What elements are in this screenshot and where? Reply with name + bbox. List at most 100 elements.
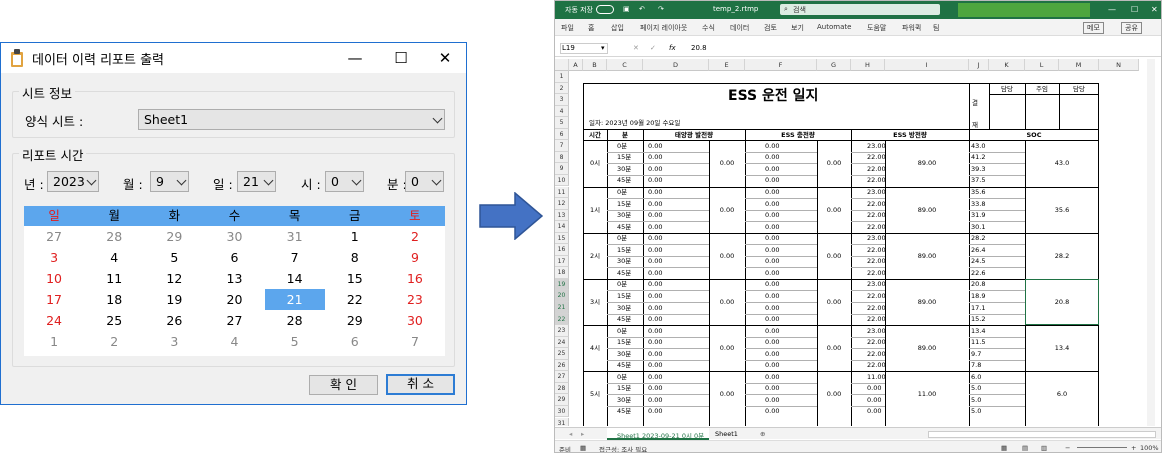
row-header[interactable]: 3	[555, 94, 569, 106]
calendar-day[interactable]: 11	[84, 268, 144, 289]
minimize-icon[interactable]: —	[1108, 5, 1116, 14]
close-icon[interactable]: ✕	[1151, 5, 1158, 14]
calendar-day[interactable]: 1	[24, 331, 84, 352]
row-header[interactable]: 31	[555, 417, 569, 426]
row-header[interactable]: 9	[555, 163, 569, 175]
add-sheet-icon[interactable]: ⊕	[760, 430, 765, 438]
maximize-icon[interactable]: ☐	[1131, 5, 1138, 14]
column-header[interactable]: M	[1059, 59, 1099, 71]
minute-select[interactable]: 0	[405, 171, 444, 192]
calendar-day[interactable]: 3	[24, 247, 84, 268]
fx-icon[interactable]: fx	[669, 44, 676, 52]
row-header[interactable]: 5	[555, 117, 569, 129]
calendar-day[interactable]: 2	[84, 331, 144, 352]
column-header[interactable]: K	[989, 59, 1025, 71]
calendar-day[interactable]: 12	[144, 268, 204, 289]
template-sheet-select[interactable]: Sheet1	[138, 109, 445, 130]
calendar-day[interactable]: 26	[144, 310, 204, 331]
column-header[interactable]: E	[709, 59, 745, 71]
ribbon-tab[interactable]: 데이터	[730, 23, 749, 33]
calendar-day[interactable]: 6	[204, 247, 264, 268]
row-header[interactable]: 29	[555, 394, 569, 406]
cancel-button[interactable]: 취 소	[386, 374, 455, 395]
close-button[interactable]: ✕	[422, 43, 468, 73]
redo-icon[interactable]: ↷	[658, 5, 664, 13]
calendar-day[interactable]: 2	[385, 226, 445, 247]
calendar-day[interactable]: 16	[385, 268, 445, 289]
calendar-day[interactable]: 23	[385, 289, 445, 310]
row-header[interactable]: 21	[555, 302, 569, 314]
calendar-day[interactable]: 28	[265, 310, 325, 331]
row-header[interactable]: 16	[555, 244, 569, 256]
ribbon-tab[interactable]: 도움말	[867, 23, 886, 33]
column-header[interactable]: H	[851, 59, 885, 71]
calendar-day[interactable]: 7	[385, 331, 445, 352]
page-layout-icon[interactable]: ▤	[1022, 444, 1028, 452]
ribbon-tab[interactable]: 수식	[702, 23, 715, 33]
normal-view-icon[interactable]: ▦	[1001, 444, 1007, 452]
row-header[interactable]: 14	[555, 221, 569, 233]
calendar-day[interactable]: 19	[144, 289, 204, 310]
horizontal-scrollbar[interactable]	[928, 431, 1156, 438]
hour-select[interactable]: 0	[325, 171, 364, 192]
zoom-in-icon[interactable]: +	[1131, 444, 1136, 452]
column-header[interactable]: A	[569, 59, 583, 71]
account-area[interactable]	[958, 3, 1090, 17]
row-header[interactable]: 10	[555, 174, 569, 187]
accept-formula-icon[interactable]: ✓	[650, 44, 656, 52]
ok-button[interactable]: 확 인	[309, 375, 378, 395]
sheet-tab-active[interactable]: Sheet1 2023-09-21 0시 0분	[617, 430, 704, 440]
macro-icon[interactable]: ▦	[580, 444, 586, 452]
row-header[interactable]: 23	[555, 325, 569, 337]
maximize-button[interactable]: ☐	[378, 43, 424, 73]
row-header[interactable]: 19	[555, 278, 569, 291]
column-header[interactable]: L	[1025, 59, 1059, 71]
calendar-day[interactable]: 27	[204, 310, 264, 331]
row-header[interactable]: 6	[555, 128, 569, 141]
row-header[interactable]: 26	[555, 359, 569, 372]
row-header[interactable]: 12	[555, 198, 569, 210]
sheet-tab[interactable]: Sheet1	[715, 430, 738, 438]
row-header[interactable]: 20	[555, 290, 569, 302]
row-header[interactable]: 30	[555, 405, 569, 418]
calendar-day[interactable]: 7	[265, 247, 325, 268]
ribbon-tab[interactable]: 삽입	[611, 23, 624, 33]
day-select[interactable]: 21	[237, 171, 276, 192]
row-header[interactable]: 24	[555, 336, 569, 349]
ribbon-tab[interactable]: 파워퀵	[902, 23, 921, 33]
ribbon-tab[interactable]: 파일	[561, 23, 574, 33]
accessibility-status[interactable]: 접근성: 조사 필요	[599, 444, 647, 452]
calendar-day[interactable]: 25	[84, 310, 144, 331]
calendar-day[interactable]: 20	[204, 289, 264, 310]
name-box[interactable]: L19	[562, 44, 575, 52]
calendar-day[interactable]: 9	[385, 247, 445, 268]
calendar-day[interactable]: 1	[325, 226, 385, 247]
select-all-corner[interactable]	[555, 59, 569, 71]
formula-input[interactable]: 20.8	[691, 44, 707, 52]
calendar-day[interactable]: 27	[24, 226, 84, 247]
calendar-day[interactable]: 6	[325, 331, 385, 352]
save-icon[interactable]: ▣	[623, 5, 630, 13]
row-header[interactable]: 18	[555, 267, 569, 279]
column-header[interactable]: D	[643, 59, 709, 71]
calendar-day[interactable]: 22	[325, 289, 385, 310]
month-select[interactable]: 9	[150, 171, 189, 192]
ribbon-tab[interactable]: 검토	[764, 23, 777, 33]
row-header[interactable]: 11	[555, 186, 569, 199]
calendar-day[interactable]: 5	[144, 247, 204, 268]
row-header[interactable]: 22	[555, 313, 569, 326]
row-header[interactable]: 27	[555, 371, 569, 383]
row-header[interactable]: 1	[555, 71, 569, 83]
calendar-day[interactable]: 29	[325, 310, 385, 331]
ribbon-tab[interactable]: 팀	[933, 23, 939, 33]
row-header[interactable]: 17	[555, 255, 569, 268]
row-header[interactable]: 25	[555, 348, 569, 360]
column-header[interactable]: C	[607, 59, 643, 71]
ribbon-tab[interactable]: 홈	[588, 23, 594, 33]
autosave-toggle[interactable]	[596, 5, 614, 14]
year-select[interactable]: 2023	[47, 171, 99, 192]
row-header[interactable]: 13	[555, 209, 569, 222]
column-header[interactable]: F	[745, 59, 817, 71]
row-header[interactable]: 28	[555, 382, 569, 395]
calendar-day[interactable]: 5	[265, 331, 325, 352]
